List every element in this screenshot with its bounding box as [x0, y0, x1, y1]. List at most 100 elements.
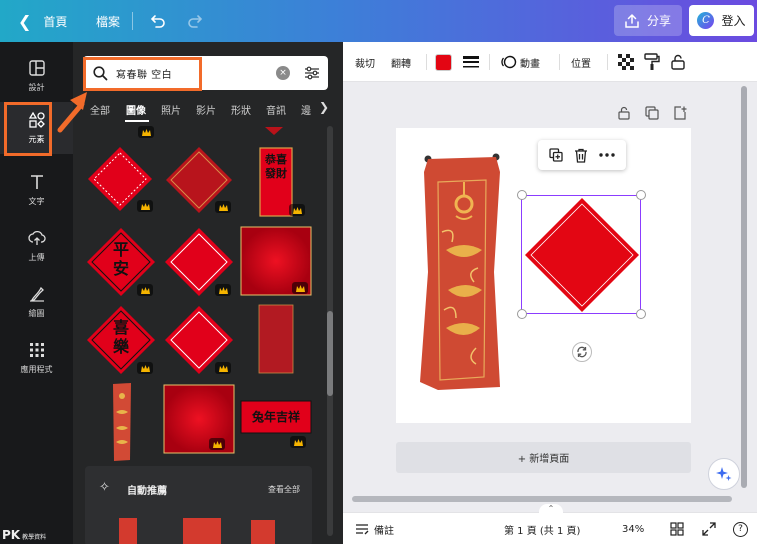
tab-all[interactable]: 全部 — [90, 102, 110, 117]
elements-panel: 寫春聯 空白 × 全部 圖像 照片 影片 形狀 音訊 邊 ❯ 恭喜發財 平安 喜… — [73, 42, 343, 544]
search-highlight-box — [83, 57, 202, 91]
pointer-arrow — [57, 92, 87, 133]
file-menu-button[interactable]: 檔案 — [96, 0, 120, 42]
position-button[interactable]: 位置 — [571, 42, 591, 82]
graphic-tile[interactable] — [258, 304, 294, 374]
graphic-tile[interactable]: 喜樂 — [85, 304, 157, 376]
rail-item-text[interactable]: 文字 — [0, 164, 73, 216]
upload-share-icon — [625, 13, 639, 28]
chevron-right-icon[interactable]: ❯ — [319, 100, 329, 114]
graphic-tile[interactable] — [163, 384, 235, 454]
rail-item-draw[interactable]: 繪圖 — [0, 276, 73, 328]
tab-audio[interactable]: 音訊 — [266, 102, 286, 117]
rail-item-upload[interactable]: 上傳 — [0, 220, 73, 272]
color-swatch[interactable] — [435, 54, 452, 71]
flip-button[interactable]: 翻轉 — [391, 42, 411, 82]
tab-frames[interactable]: 邊 — [301, 102, 311, 117]
recommend-thumb[interactable] — [183, 518, 221, 544]
vertical-scroll-thumb[interactable] — [741, 86, 747, 488]
tab-shapes[interactable]: 形狀 — [231, 102, 251, 117]
graphic-tile[interactable]: 恭喜發財 — [259, 147, 305, 217]
couplet-scroll-image[interactable] — [416, 152, 506, 392]
top-bar: ❮ 首頁 檔案 分享 C 登入 — [0, 0, 757, 42]
crop-button[interactable]: 裁切 — [355, 42, 375, 82]
crown-icon — [290, 436, 306, 448]
rotate-button[interactable] — [572, 342, 592, 362]
rail-item-apps[interactable]: 應用程式 — [0, 332, 73, 384]
zoom-level[interactable]: 34% — [622, 513, 644, 544]
auto-recommend-section: ✧ 自動推薦 查看全部 — [85, 466, 312, 544]
tab-graphics[interactable]: 圖像 — [126, 102, 146, 117]
graphic-tile[interactable] — [111, 382, 133, 462]
graphic-tile[interactable] — [163, 226, 235, 298]
sparkle-icon: ✧ — [99, 480, 110, 495]
tab-photos[interactable]: 照片 — [161, 102, 181, 117]
divider — [559, 54, 560, 70]
copy-style-button[interactable] — [644, 42, 660, 82]
lock-button[interactable] — [671, 42, 685, 82]
category-tabs: 全部 圖像 照片 影片 形狀 音訊 邊 ❯ — [73, 98, 343, 122]
divider — [607, 54, 608, 70]
recommend-thumb[interactable] — [119, 518, 137, 544]
crown-icon — [289, 204, 305, 216]
expand-icon — [702, 522, 716, 536]
home-button[interactable]: ❮ 首頁 — [18, 0, 67, 42]
redo-button[interactable] — [187, 0, 203, 42]
canvas-area: + 新增頁面 — [343, 82, 757, 512]
undo-button[interactable] — [150, 0, 166, 42]
canvas-vertical-scrollbar[interactable] — [740, 86, 748, 506]
divider — [132, 12, 133, 30]
graphic-tile[interactable] — [85, 144, 155, 214]
fullscreen-button[interactable] — [702, 513, 716, 544]
duplicate-page-icon[interactable] — [645, 106, 659, 120]
scroll-thumb[interactable] — [327, 311, 333, 396]
transparency-button[interactable] — [618, 42, 634, 82]
help-button[interactable]: ? — [733, 513, 748, 544]
selection-box — [521, 195, 641, 314]
filter-sliders-icon[interactable] — [304, 65, 320, 81]
panel-scrollbar[interactable] — [327, 126, 333, 536]
horizontal-scroll-thumb[interactable] — [352, 496, 732, 502]
graphic-tile[interactable] — [163, 144, 235, 216]
trash-icon[interactable] — [574, 148, 588, 163]
tile-text: 平安 — [112, 240, 129, 278]
add-page-icon[interactable] — [673, 106, 687, 120]
resize-handle-sw[interactable] — [517, 309, 527, 319]
lock-icon — [671, 54, 685, 70]
clear-icon[interactable]: × — [276, 66, 290, 80]
tab-videos[interactable]: 影片 — [196, 102, 216, 117]
graphic-tile[interactable] — [135, 126, 157, 138]
line-weight-icon — [463, 56, 479, 68]
crown-icon — [292, 282, 308, 294]
notes-button[interactable]: 備註 — [355, 513, 394, 544]
share-button[interactable]: 分享 — [614, 5, 682, 36]
lock-page-icon[interactable] — [617, 106, 631, 120]
more-options-icon[interactable] — [598, 153, 615, 157]
bottom-bar: ⌃ 備註 第 1 頁 (共 1 頁) 34% ? — [343, 504, 757, 544]
grid-view-button[interactable] — [670, 513, 684, 544]
animate-button[interactable]: 動畫 — [501, 42, 540, 82]
magic-assistant-button[interactable] — [708, 458, 740, 490]
graphic-tile[interactable] — [163, 304, 235, 376]
add-page-button[interactable]: + 新增頁面 — [396, 442, 691, 473]
border-style-button[interactable] — [463, 42, 479, 82]
recommend-thumb[interactable] — [251, 520, 275, 544]
graphic-tile[interactable] — [263, 126, 285, 136]
animate-label: 動畫 — [520, 58, 540, 70]
draw-icon — [29, 286, 44, 302]
login-button[interactable]: C 登入 — [689, 5, 754, 36]
canvas-horizontal-scrollbar[interactable] — [352, 495, 732, 503]
graphic-tile[interactable] — [240, 226, 312, 296]
pk-watermark: PK 教學資料 — [2, 528, 46, 542]
help-icon: ? — [733, 521, 748, 537]
resize-handle-nw[interactable] — [517, 190, 527, 200]
graphic-tile[interactable]: 兔年吉祥 — [240, 400, 312, 448]
undo-icon — [150, 15, 165, 28]
graphic-tile[interactable]: 平安 — [85, 226, 157, 298]
resize-handle-ne[interactable] — [636, 190, 646, 200]
watermark-sub: 教學資料 — [22, 534, 47, 541]
page-indicator[interactable]: 第 1 頁 (共 1 頁) — [504, 513, 580, 544]
resize-handle-se[interactable] — [636, 309, 646, 319]
see-all-link[interactable]: 查看全部 — [268, 484, 300, 495]
duplicate-icon[interactable] — [549, 148, 563, 162]
